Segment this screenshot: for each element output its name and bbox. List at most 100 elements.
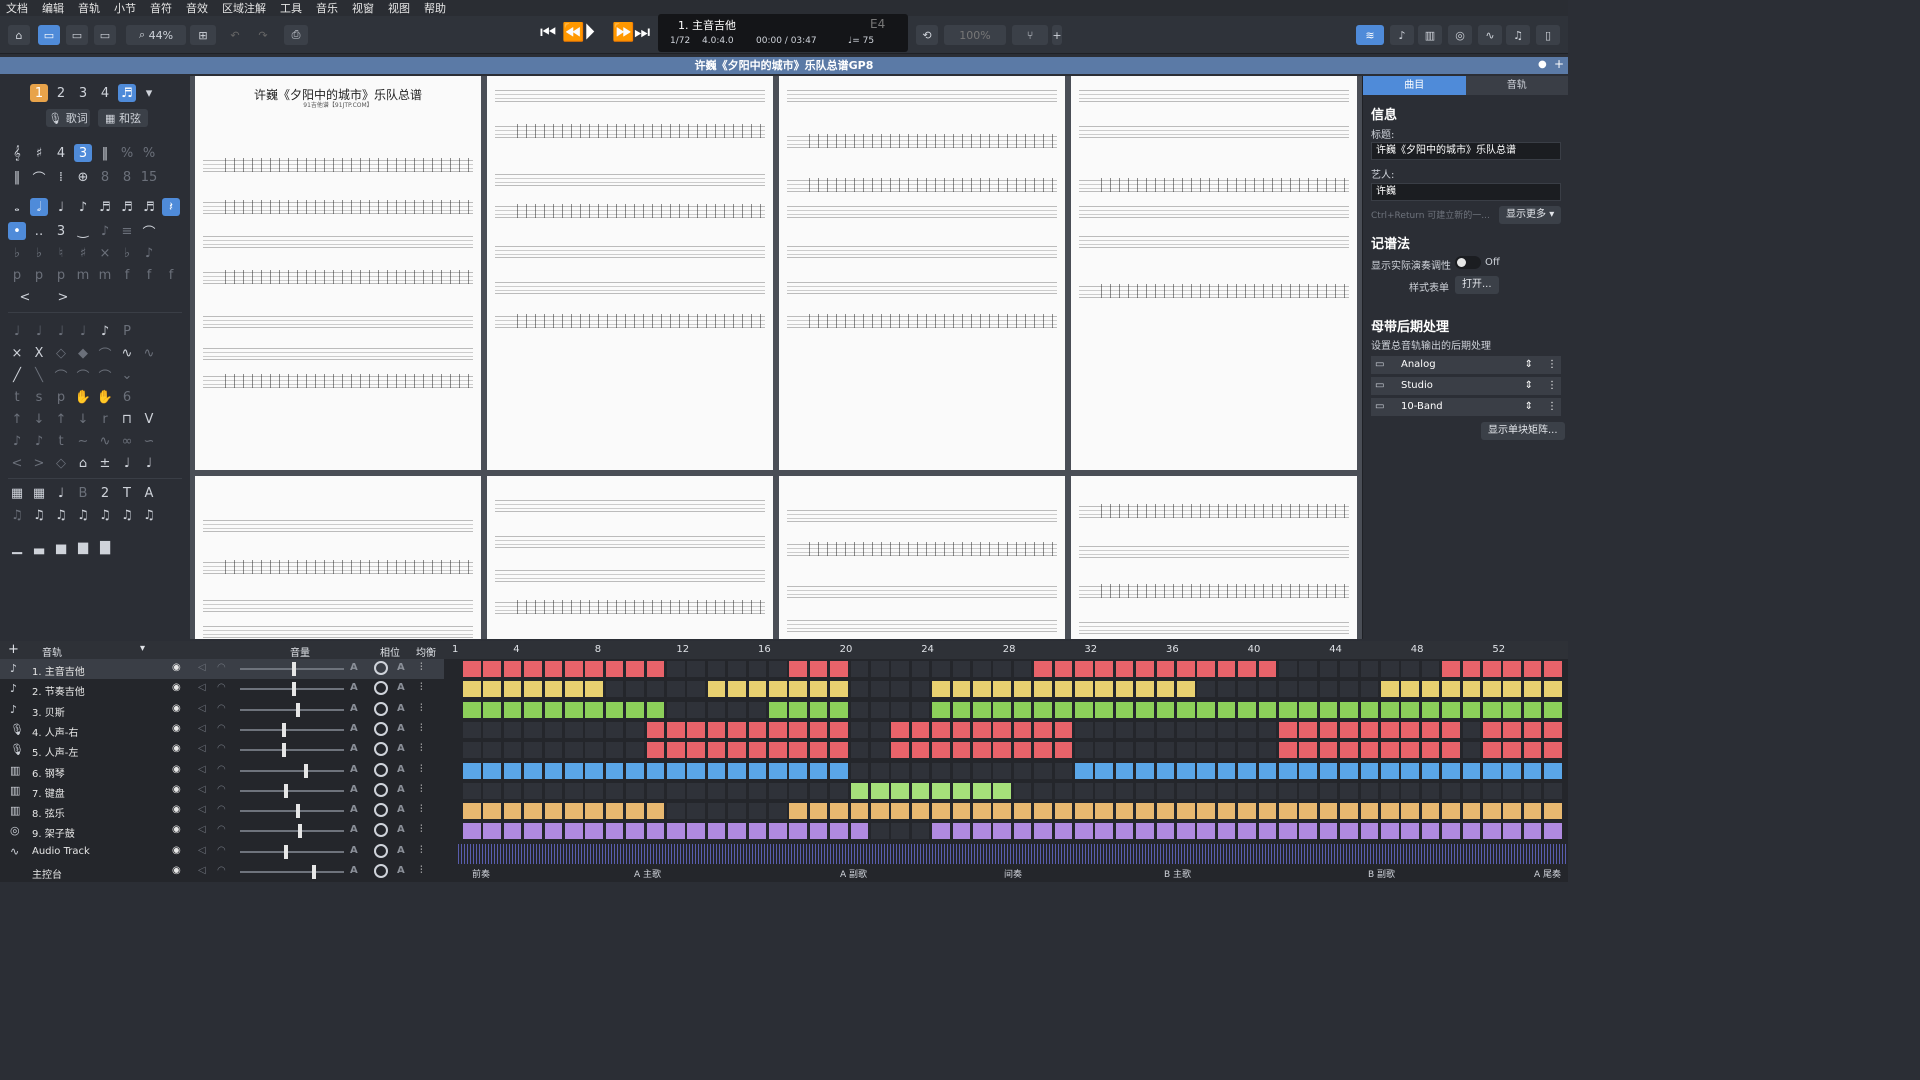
rasgueado-up-icon[interactable]: ↑ [52, 410, 70, 428]
bar-cell[interactable] [1237, 680, 1257, 699]
volume-handle[interactable] [292, 682, 296, 697]
bar-cell[interactable] [1257, 802, 1278, 821]
pan-knob[interactable] [374, 803, 388, 818]
bar-cell[interactable] [829, 720, 849, 739]
bar-cell[interactable] [1135, 822, 1155, 841]
section-marker[interactable]: A 主歌 [634, 867, 661, 880]
bar-cell[interactable] [1074, 720, 1094, 739]
bar-cell[interactable] [747, 720, 768, 739]
bar-cell[interactable] [1420, 781, 1441, 800]
time-signature-icon[interactable]: 4 [52, 144, 70, 162]
level2-icon[interactable]: ▃ [30, 538, 48, 556]
bar-cell[interactable] [788, 720, 808, 739]
bar-cell[interactable] [1278, 741, 1298, 760]
bar-cell[interactable] [910, 700, 931, 719]
bar-cell[interactable] [870, 822, 890, 841]
section-marker[interactable]: B 副歌 [1368, 867, 1395, 880]
bar-cell[interactable] [992, 660, 1012, 678]
bar-cell[interactable] [768, 720, 788, 739]
bar-cell[interactable] [788, 741, 808, 760]
bar-cell[interactable] [727, 822, 747, 841]
slide-icon[interactable]: ╱ [8, 366, 26, 384]
bar-cell[interactable] [584, 802, 604, 821]
half-note-icon[interactable]: 𝅗𝅥 [30, 198, 48, 216]
track-row[interactable]: ♪ 3. 贝斯 ◉ ◁ ◠ A A ⫶ [0, 700, 444, 720]
bar-cell[interactable] [543, 802, 564, 821]
bar-cell[interactable] [1339, 680, 1359, 699]
track-lane[interactable] [462, 700, 1568, 720]
accent-icon[interactable]: ♭ [118, 244, 136, 262]
guitar-view-button[interactable]: ♪ [1390, 25, 1414, 45]
auto7-icon[interactable]: ♫ [140, 506, 158, 524]
bar-cell[interactable] [1420, 700, 1441, 719]
repeat-bar-icon[interactable]: ⁞ [52, 168, 70, 186]
eq-icon[interactable]: ⫶ [420, 703, 423, 714]
mute-icon[interactable]: ◁ [198, 662, 206, 673]
bar-cell[interactable] [645, 660, 666, 678]
bar-cell[interactable] [584, 700, 604, 719]
mute-icon[interactable]: ◁ [198, 743, 206, 754]
bar-cell[interactable] [1522, 802, 1543, 821]
menu-view[interactable]: 视图 [388, 0, 410, 16]
bar-cell[interactable] [931, 802, 951, 821]
close-dot-icon[interactable]: ● [1538, 59, 1547, 70]
bar-cell[interactable] [1176, 660, 1196, 678]
repeat2-icon[interactable]: % [140, 144, 158, 162]
bar-cell[interactable] [1257, 781, 1278, 800]
pan-knob[interactable] [374, 823, 388, 838]
grace-note-icon[interactable]: ♪ [96, 222, 114, 240]
automation-pan-icon[interactable]: A [397, 824, 405, 835]
automation-icon[interactable]: A [350, 682, 358, 693]
bar-cell[interactable] [1237, 802, 1257, 821]
ottava-bassa-icon[interactable]: 8 [118, 168, 136, 186]
bar-cell[interactable] [1461, 822, 1482, 841]
text-icon[interactable]: T [118, 484, 136, 502]
bar-cell[interactable] [1380, 761, 1400, 780]
eq-icon[interactable]: ⫶ [420, 824, 423, 835]
f-icon[interactable]: f [118, 266, 136, 284]
rest-icon[interactable]: 𝄽 [162, 198, 180, 216]
track-name[interactable]: 4. 人声-右 [32, 724, 78, 739]
mute-icon[interactable]: ◁ [198, 682, 206, 693]
bar-cell[interactable] [951, 720, 972, 739]
bar-cell[interactable] [1155, 660, 1176, 678]
bar-cell[interactable] [1114, 720, 1135, 739]
bar-cell[interactable] [1339, 720, 1359, 739]
bar-cell[interactable] [910, 781, 931, 800]
bar-cell[interactable] [1176, 720, 1196, 739]
bar-cell[interactable] [523, 700, 543, 719]
volume-slider[interactable] [240, 682, 344, 697]
visibility-icon[interactable]: ◉ [172, 824, 181, 835]
bar-cell[interactable] [747, 822, 768, 841]
bar-cell[interactable] [584, 660, 604, 678]
bar-cell[interactable] [788, 680, 808, 699]
rasg-icon[interactable]: r [96, 410, 114, 428]
bar-cell[interactable] [666, 761, 686, 780]
bar-cell[interactable] [1359, 720, 1380, 739]
pan-knob[interactable] [374, 843, 388, 858]
bar-cell[interactable] [1359, 700, 1380, 719]
bar-cell[interactable] [1318, 781, 1339, 800]
score-view[interactable]: 许巍《夕阳中的城市》乐队总谱 91吉他谱【91JTP.COM】 [190, 76, 1362, 639]
accent-note-icon[interactable]: ♩ [30, 322, 48, 340]
bar-cell[interactable] [972, 781, 992, 800]
menu-bar[interactable]: 小节 [114, 0, 136, 16]
chevron-down-icon[interactable]: ▾ [140, 643, 145, 654]
bar-cell[interactable] [870, 720, 890, 739]
bar-cell[interactable] [1420, 802, 1441, 821]
bar-cell[interactable] [747, 660, 768, 678]
more-icon[interactable]: ⋮ [1547, 398, 1557, 416]
bar-cell[interactable] [706, 720, 727, 739]
bar-cell[interactable] [727, 741, 747, 760]
menu-edit[interactable]: 编辑 [42, 0, 64, 16]
bar-cell[interactable] [604, 741, 625, 760]
bar-cell[interactable] [523, 680, 543, 699]
bar-cell[interactable] [1482, 741, 1502, 760]
solo-icon[interactable]: ◠ [217, 682, 226, 693]
bar-cell[interactable] [1257, 741, 1278, 760]
bar-cell[interactable] [1461, 741, 1482, 760]
play-icon[interactable]: ⏵ [584, 20, 595, 45]
mute-icon[interactable]: ◁ [198, 845, 206, 856]
automation-pan-icon[interactable]: A [397, 743, 405, 754]
pan-knob[interactable] [374, 721, 388, 736]
